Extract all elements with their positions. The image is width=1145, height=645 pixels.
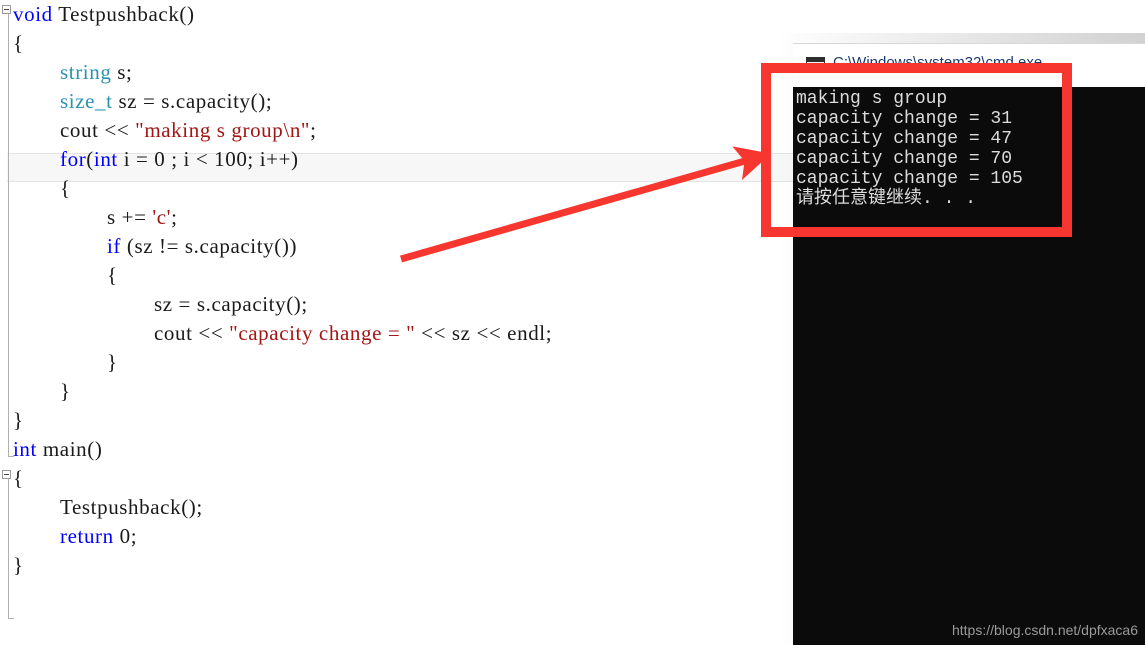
code-token-pln: { xyxy=(107,263,118,287)
code-line: sz = s.capacity(); xyxy=(154,290,308,319)
code-token-pln: cout << xyxy=(60,118,136,142)
code-token-kw: void xyxy=(13,2,53,26)
code-token-pln: } xyxy=(13,553,24,577)
code-line: cout << "capacity change = " << sz << en… xyxy=(154,319,552,348)
code-token-pln: sz = s.capacity(); xyxy=(154,292,308,316)
code-line: } xyxy=(60,377,71,406)
code-line: int main() xyxy=(13,435,102,464)
code-line: cout << "making s group\n"; xyxy=(60,116,317,145)
collapse-marker-main[interactable] xyxy=(2,470,11,479)
code-token-pln: s; xyxy=(111,60,133,84)
code-token-pln: i = 0 ; i < 100; i++) xyxy=(117,147,299,171)
code-line: for(int i = 0 ; i < 100; i++) xyxy=(60,145,299,174)
code-token-pln: } xyxy=(60,379,71,403)
watermark-url: https://blog.csdn.net/dpfxaca6 xyxy=(951,622,1138,638)
code-token-pln: ; xyxy=(171,205,178,229)
console-title-bar[interactable]: C:\Windows\system32\cmd.exe xyxy=(793,43,1145,87)
code-token-typ: string xyxy=(60,60,112,84)
code-line: } xyxy=(107,348,118,377)
code-token-str: 'c' xyxy=(152,205,172,229)
code-line: if (sz != s.capacity()) xyxy=(107,232,297,261)
code-token-str: "capacity change = " xyxy=(229,321,416,345)
code-token-pln: Testpushback(); xyxy=(60,495,203,519)
code-line: { xyxy=(60,174,71,203)
console-output-line: making s group xyxy=(796,89,948,109)
code-token-pln: 0; xyxy=(113,524,138,548)
outline-tick-main-end xyxy=(8,618,14,619)
outline-gutter[interactable] xyxy=(0,0,18,645)
console-output-line: 请按任意键继续. . . xyxy=(796,189,977,209)
code-token-kw: return xyxy=(60,524,114,548)
outline-rail-function xyxy=(8,14,9,456)
code-line: return 0; xyxy=(60,522,137,551)
code-line: Testpushback(); xyxy=(60,493,203,522)
console-output-line: capacity change = 105 xyxy=(796,169,1023,189)
code-line: { xyxy=(13,29,24,58)
code-token-kw: int xyxy=(13,437,37,461)
code-token-pln: (sz != s.capacity()) xyxy=(121,234,298,258)
console-output-line: capacity change = 47 xyxy=(796,129,1013,149)
code-token-pln: s += xyxy=(107,205,153,229)
code-token-typ: size_t xyxy=(60,89,113,113)
code-token-pln: << sz << endl; xyxy=(415,321,553,345)
code-token-kw: if xyxy=(107,234,122,258)
code-token-pln: cout << xyxy=(154,321,230,345)
console-output-line: capacity change = 70 xyxy=(796,149,1013,169)
code-line: s += 'c'; xyxy=(107,203,178,232)
console-window-icon xyxy=(806,57,825,73)
code-token-pln: { xyxy=(13,466,24,490)
code-line: { xyxy=(13,464,24,493)
code-token-pln: sz = s.capacity(); xyxy=(112,89,273,113)
code-line: } xyxy=(13,551,24,580)
code-line: } xyxy=(13,406,24,435)
code-token-pln: { xyxy=(60,176,71,200)
code-token-str: "making s group\n" xyxy=(135,118,311,142)
code-token-pln: main() xyxy=(36,437,103,461)
code-token-kw: for xyxy=(60,147,87,171)
code-token-pln: { xyxy=(13,31,24,55)
code-token-pln: Testpushback() xyxy=(52,2,195,26)
code-token-pln: ; xyxy=(310,118,317,142)
console-output-area[interactable]: making s group capacity change = 31 capaci… xyxy=(793,87,1145,645)
code-token-pln: ( xyxy=(86,147,94,171)
code-line: { xyxy=(107,261,118,290)
code-line: size_t sz = s.capacity(); xyxy=(60,87,272,116)
collapse-marker-testpushback[interactable] xyxy=(2,5,11,14)
code-token-pln: } xyxy=(13,408,24,432)
code-line: void Testpushback() xyxy=(13,0,195,29)
code-token-kw: int xyxy=(93,147,118,171)
outline-rail-main xyxy=(8,478,9,618)
code-line: string s; xyxy=(60,58,133,87)
code-token-pln: } xyxy=(107,350,118,374)
console-output-line: capacity change = 31 xyxy=(796,109,1013,129)
console-window[interactable]: C:\Windows\system32\cmd.exe making s gro… xyxy=(793,43,1145,645)
console-title-text: C:\Windows\system32\cmd.exe xyxy=(833,54,1043,71)
